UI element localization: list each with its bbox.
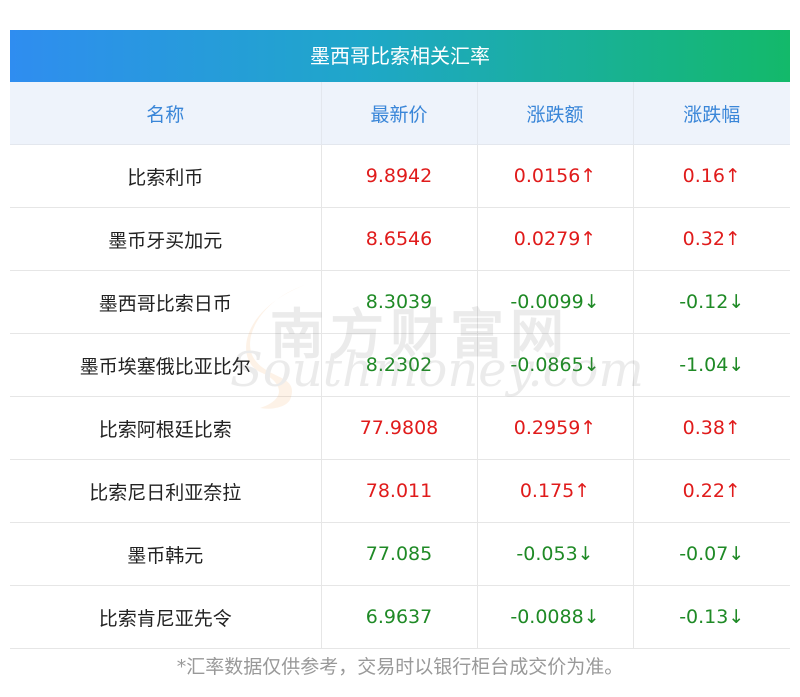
cell-name: 墨西哥比索日币 (10, 270, 322, 334)
table-row: 比索利币 9.8942 0.0156↑ 0.16↑ (10, 144, 790, 208)
header-change: 涨跌额 (477, 82, 634, 145)
table-row: 墨币牙买加元 8.6546 0.0279↑ 0.32↑ (10, 207, 790, 271)
rates-table: 名称 最新价 涨跌额 涨跌幅 比索利币 9.8942 0.0156↑ 0.16↑ 墨币牙… (10, 82, 790, 649)
table-row: 墨币韩元 77.085 -0.053↓ -0.07↓ (10, 522, 790, 586)
cell-name: 墨币埃塞俄比亚比尔 (10, 333, 322, 397)
header-price: 最新价 (321, 82, 478, 145)
cell-change: 0.0279↑ (477, 207, 634, 271)
cell-name: 墨币韩元 (10, 522, 322, 586)
cell-change: 0.0156↑ (477, 144, 634, 208)
header-name: 名称 (10, 82, 322, 145)
table-row: 比索尼日利亚奈拉 78.011 0.175↑ 0.22↑ (10, 459, 790, 523)
cell-price: 9.8942 (321, 144, 478, 208)
cell-change-pct: -0.12↓ (633, 270, 790, 334)
table-row: 比索阿根廷比索 77.9808 0.2959↑ 0.38↑ (10, 396, 790, 460)
cell-name: 比索阿根廷比索 (10, 396, 322, 460)
cell-name: 比索尼日利亚奈拉 (10, 459, 322, 523)
cell-price: 8.2302 (321, 333, 478, 397)
cell-change: 0.175↑ (477, 459, 634, 523)
cell-change-pct: -0.07↓ (633, 522, 790, 586)
cell-change: -0.0865↓ (477, 333, 634, 397)
cell-change: -0.0099↓ (477, 270, 634, 334)
cell-change-pct: -1.04↓ (633, 333, 790, 397)
cell-price: 8.3039 (321, 270, 478, 334)
cell-price: 8.6546 (321, 207, 478, 271)
cell-change-pct: 0.32↑ (633, 207, 790, 271)
table-row: 比索肯尼亚先令 6.9637 -0.0088↓ -0.13↓ (10, 585, 790, 649)
cell-change-pct: 0.16↑ (633, 144, 790, 208)
cell-name: 墨币牙买加元 (10, 207, 322, 271)
cell-change-pct: 0.38↑ (633, 396, 790, 460)
cell-price: 77.085 (321, 522, 478, 586)
cell-price: 77.9808 (321, 396, 478, 460)
cell-change-pct: -0.13↓ (633, 585, 790, 649)
table-header-row: 名称 最新价 涨跌额 涨跌幅 (10, 82, 790, 145)
table-row: 墨西哥比索日币 8.3039 -0.0099↓ -0.12↓ (10, 270, 790, 334)
cell-price: 6.9637 (321, 585, 478, 649)
cell-change: -0.0088↓ (477, 585, 634, 649)
rates-panel: 墨西哥比索相关汇率 名称 最新价 涨跌额 涨跌幅 比索利币 9.8942 0.015… (10, 30, 790, 649)
cell-change-pct: 0.22↑ (633, 459, 790, 523)
page-title: 墨西哥比索相关汇率 (10, 30, 790, 82)
cell-name: 比索肯尼亚先令 (10, 585, 322, 649)
footnote: *汇率数据仅供参考，交易时以银行柜台成交价为准。 (176, 656, 624, 678)
header-change-pct: 涨跌幅 (633, 82, 790, 145)
cell-price: 78.011 (321, 459, 478, 523)
cell-name: 比索利币 (10, 144, 322, 208)
cell-change: 0.2959↑ (477, 396, 634, 460)
table-row: 墨币埃塞俄比亚比尔 8.2302 -0.0865↓ -1.04↓ (10, 333, 790, 397)
cell-change: -0.053↓ (477, 522, 634, 586)
